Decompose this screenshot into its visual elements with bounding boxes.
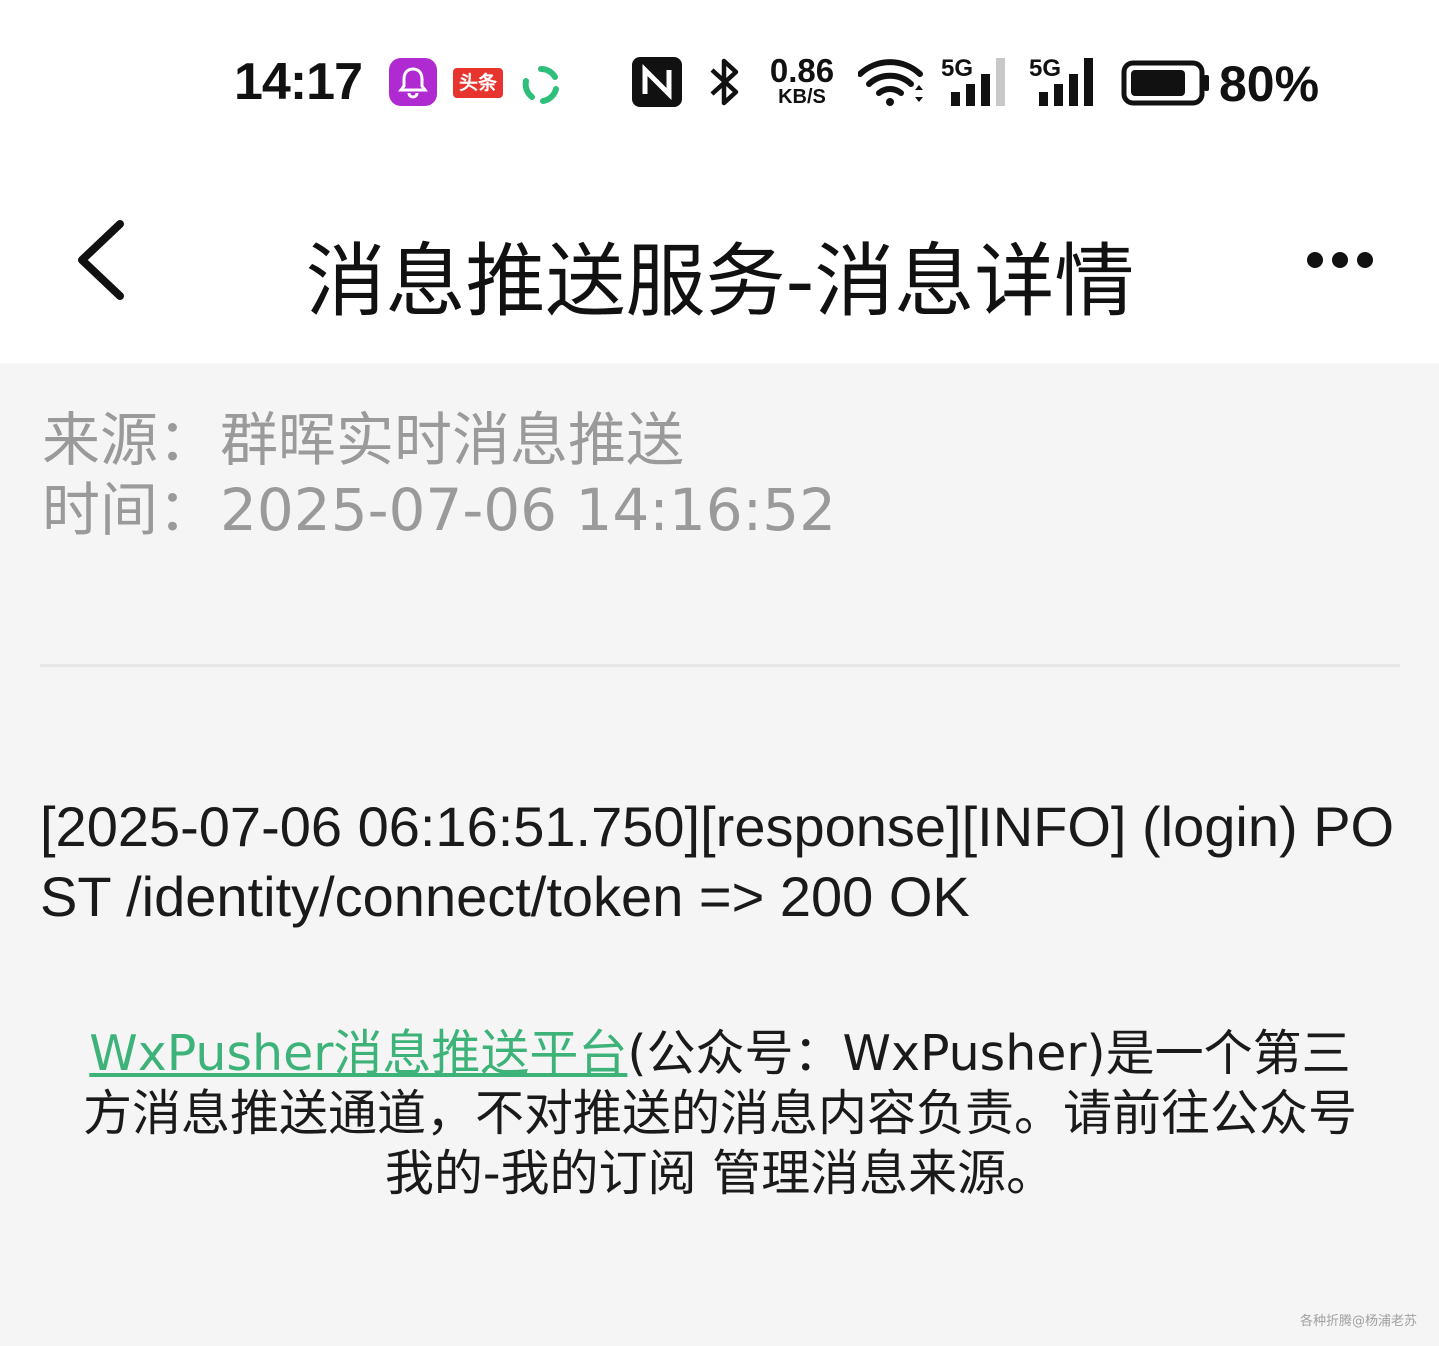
signal-icon: 5G	[1029, 54, 1101, 108]
green-app-icon	[520, 64, 562, 106]
battery-percent: 80%	[1219, 56, 1320, 112]
wxpusher-link[interactable]: WxPusher消息推送平台	[89, 1025, 627, 1082]
time-label: 时间：	[42, 476, 217, 544]
network-speed: 0.86 KB/S	[762, 54, 842, 107]
wifi-icon	[857, 58, 924, 108]
watermark: 各种折腾@杨浦老苏	[1299, 1314, 1417, 1329]
footer-notice: WxPusher消息推送平台(公众号：WxPusher)是一个第三方消息推送通道…	[70, 1024, 1370, 1204]
divider	[40, 664, 1400, 667]
chevron-left-icon	[78, 220, 124, 300]
time-value: 2025-07-06 14:16:52	[220, 476, 836, 544]
status-bar: 14:17 头条 0.86 KB/S 5G 5G 80%	[0, 0, 1439, 165]
network-speed-value: 0.86	[769, 52, 835, 89]
toutiao-app-icon: 头条	[453, 68, 503, 98]
bluetooth-icon	[706, 56, 742, 108]
more-button[interactable]	[1295, 235, 1385, 285]
more-dots-icon	[1307, 252, 1373, 268]
battery-icon	[1121, 60, 1211, 106]
message-meta: 来源：群晖实时消息推送 时间：2025-07-06 14:16:52	[42, 405, 836, 545]
status-time: 14:17	[234, 53, 363, 111]
page-title: 消息推送服务-消息详情	[305, 235, 1135, 328]
signal1-label: 5G	[941, 55, 973, 82]
signal2-label: 5G	[1029, 55, 1061, 82]
time-row: 时间：2025-07-06 14:16:52	[42, 475, 836, 545]
source-value: 群晖实时消息推送	[220, 406, 685, 474]
network-speed-unit: KB/S	[778, 86, 826, 108]
bell-app-icon	[389, 58, 437, 106]
back-button[interactable]	[60, 210, 140, 310]
nfc-icon	[632, 57, 682, 107]
source-label: 来源：	[42, 406, 217, 474]
source-row: 来源：群晖实时消息推送	[42, 405, 836, 475]
signal-icon: 5G	[941, 54, 1013, 108]
message-body: [2025-07-06 06:16:51.750][response][INFO…	[40, 795, 1395, 928]
title-bar: 消息推送服务-消息详情	[0, 165, 1439, 363]
